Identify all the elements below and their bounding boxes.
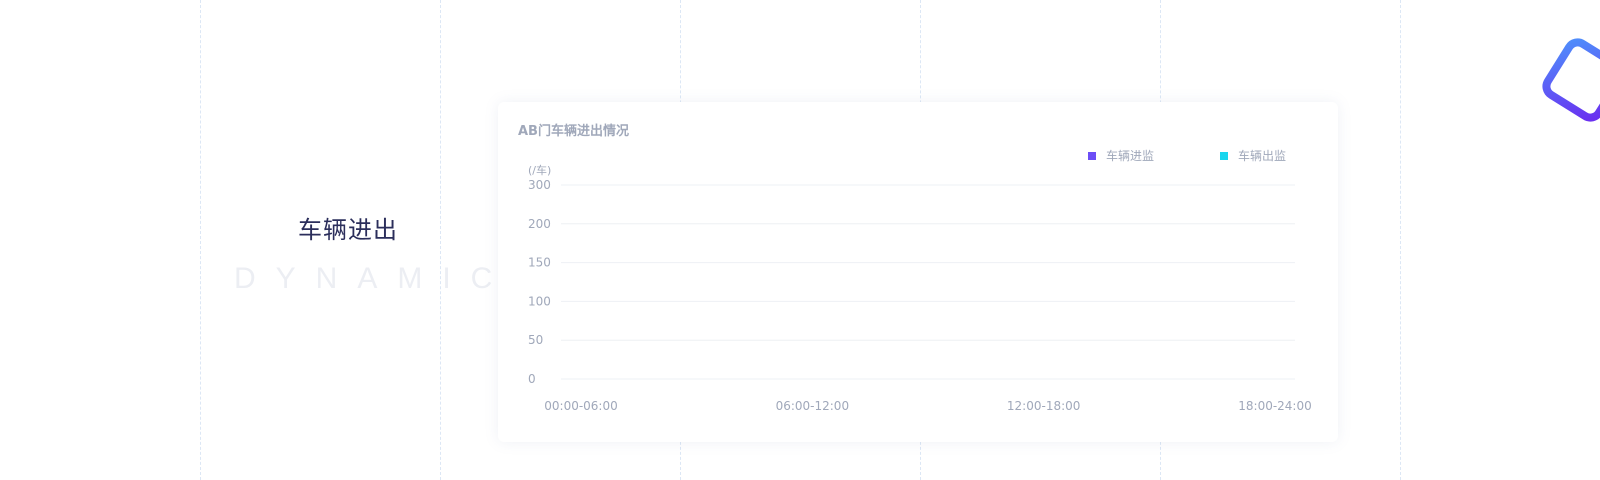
x-tick-label: 18:00-24:00 (1238, 399, 1312, 413)
legend-label: 车辆进监 (1106, 148, 1154, 163)
decorative-square-icon (1542, 38, 1600, 122)
legend-label: 车辆出监 (1238, 148, 1286, 163)
legend-swatch (1220, 152, 1228, 160)
y-tick-label: 200 (528, 217, 551, 231)
x-tick-label: 12:00-18:00 (1007, 399, 1081, 413)
y-tick-label: 0 (528, 372, 536, 386)
y-axis-label: (/车) (528, 163, 551, 177)
bar-chart: (/车) 0 50 100 150 200 300 00:00-06:00 06:00-12:0… (528, 148, 1312, 413)
y-tick-label: 150 (528, 256, 551, 270)
section-heading: 车辆进出 (298, 216, 398, 244)
guide-line (440, 0, 441, 480)
y-tick-label: 100 (528, 294, 551, 308)
y-tick-label: 50 (528, 333, 543, 347)
section-subheading: DYNAMIC (234, 262, 513, 295)
page: 车辆进出 DYNAMIC AB门车辆进出情况 (/车) 0 50 100 150 200 3… (0, 0, 1600, 480)
legend-swatch (1088, 152, 1096, 160)
x-tick-label: 00:00-06:00 (544, 399, 618, 413)
chart-card: AB门车辆进出情况 (/车) 0 50 100 150 200 300 00:00-06:00… (498, 102, 1338, 442)
x-tick-label: 06:00-12:00 (776, 399, 850, 413)
guide-line (1400, 0, 1401, 480)
guide-line (200, 0, 201, 480)
y-tick-label: 300 (528, 178, 551, 192)
